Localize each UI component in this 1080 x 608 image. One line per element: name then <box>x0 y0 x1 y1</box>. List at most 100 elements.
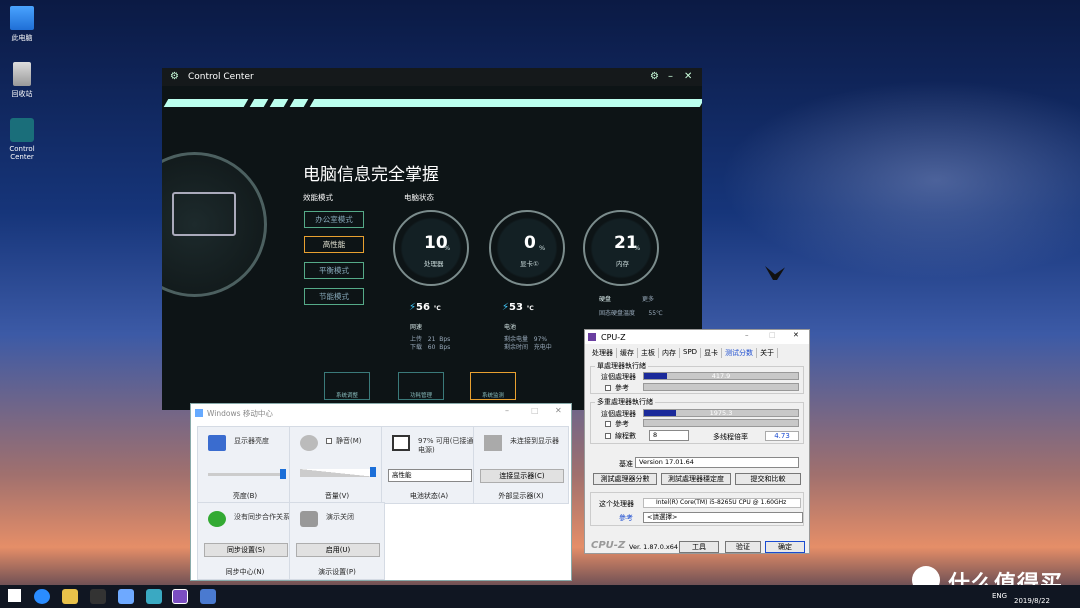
version-label: Ver. 1.87.0.x64 <box>629 543 679 551</box>
settings-icon[interactable]: ⚙ <box>650 71 659 82</box>
language-indicator[interactable]: ENG <box>992 592 1007 600</box>
mobility-center-window: Windows 移动中心 – □ ✕ 显示器亮度 亮度(B) 静音(M) 音量(… <box>190 403 572 581</box>
title-bar: Control Center <box>162 68 702 86</box>
mode-saving-button[interactable]: 节能模式 <box>304 288 364 305</box>
bench-cpu-button[interactable]: 測試處理器分數 <box>593 473 657 485</box>
tile-label: 演示关闭 <box>326 513 354 521</box>
disk-more-link[interactable]: 更多 <box>642 294 654 303</box>
battery-icon <box>392 435 410 451</box>
gpu-temp: ⚡53 ℃ <box>502 302 534 313</box>
memory-unit: % <box>634 244 641 252</box>
speaker-icon <box>300 435 318 451</box>
tile-footer: 同步中心(N) <box>225 568 265 576</box>
presentation-tile: 演示关闭 启用(U) 演示设置(P) <box>289 502 385 580</box>
ratio-value: 4.73 <box>765 431 799 441</box>
qq-icon[interactable] <box>90 589 106 604</box>
tools-button[interactable]: 工具 <box>679 541 719 553</box>
brightness-tile: 显示器亮度 亮度(B) <box>197 426 293 504</box>
title-bar: Windows 移动中心 <box>191 404 571 422</box>
threads-select[interactable]: 8 <box>649 430 689 441</box>
brightness-slider[interactable] <box>208 473 284 476</box>
tab-cache[interactable]: 缓存 <box>617 348 638 358</box>
external-display-tile: 未连接到显示器 连接显示器(C) 外部显示器(X) <box>473 426 569 504</box>
mode-performance-button[interactable]: 高性能 <box>304 236 364 253</box>
group-title: 多重處理器執行緒 <box>595 397 655 407</box>
tab-graphics[interactable]: 显卡 <box>701 348 723 358</box>
maximize-icon[interactable]: □ <box>769 331 776 339</box>
tab-bench[interactable]: 测试分数 <box>722 348 758 358</box>
cpu-temp: ⚡56 ℃ <box>409 302 441 313</box>
app-icon[interactable] <box>118 589 134 604</box>
control-center-taskbar-icon[interactable] <box>172 589 188 604</box>
tab-spd[interactable]: SPD <box>680 348 702 358</box>
tab-about[interactable]: 关于 <box>757 348 779 358</box>
validate-button[interactable]: 验证 <box>725 541 761 553</box>
ok-button[interactable]: 确定 <box>765 541 805 553</box>
reference-checkbox[interactable]: 參考 <box>605 419 629 429</box>
net-title: 网速 <box>410 324 423 331</box>
stress-cpu-button[interactable]: 測試處理器穩定度 <box>661 473 731 485</box>
desktop-icon-recycle-bin[interactable]: 回收站 <box>2 62 42 99</box>
tab-processor[interactable]: 处理器 <box>589 348 617 358</box>
power-manage-button[interactable]: 功耗管理 <box>398 372 444 400</box>
header-stripe <box>269 99 289 107</box>
volume-slider[interactable] <box>300 469 376 477</box>
enable-presentation-button[interactable]: 启用(U) <box>296 543 380 557</box>
tab-memory[interactable]: 内存 <box>659 348 680 358</box>
reference-checkbox[interactable]: 參考 <box>605 383 629 393</box>
threads-checkbox[interactable]: 線程數 <box>605 431 636 441</box>
mute-checkbox[interactable]: 静音(M) <box>326 437 386 446</box>
maximize-icon[interactable]: □ <box>531 406 539 415</box>
sync-settings-button[interactable]: 同步设置(S) <box>204 543 288 557</box>
desktop-icon-label: 回收站 <box>11 90 33 98</box>
tile-footer: 演示设置(P) <box>318 568 356 576</box>
reference-label: 參考 <box>619 514 633 522</box>
close-icon[interactable]: ✕ <box>793 331 799 339</box>
milky-way <box>720 80 1080 280</box>
cpuz-logo: CPU-Z <box>591 540 626 551</box>
file-explorer-icon[interactable] <box>62 589 78 604</box>
window-title: CPU-Z <box>601 332 626 342</box>
gpu-value: 0 <box>524 233 536 253</box>
single-score: 417.9 <box>711 372 731 380</box>
minimize-icon[interactable]: – <box>668 71 673 82</box>
system-tune-button[interactable]: 系统调整 <box>324 372 370 400</box>
slider-thumb[interactable] <box>370 467 376 477</box>
single-thread-group: 單處理器執行緒 這個處理器 417.9 參考 <box>590 361 804 394</box>
tab-mainboard[interactable]: 主板 <box>638 348 659 358</box>
memory-label: 内存 <box>616 260 629 268</box>
single-ref-bar <box>643 383 799 391</box>
connect-display-button[interactable]: 连接显示器(C) <box>480 469 564 483</box>
processor-group: 这个处理器 Intel(R) Core(TM) i5-8265U CPU @ 1… <box>590 492 804 526</box>
close-icon[interactable]: ✕ <box>555 406 562 415</box>
multi-ref-bar <box>643 419 799 427</box>
header-stripe <box>249 99 269 107</box>
battery-tile: 97% 可用(已接通电源) 高性能 电池状态(A) <box>381 426 477 504</box>
monitor-icon <box>10 6 34 30</box>
processor-name: Intel(R) Core(TM) i5-8265U CPU @ 1.60GHz <box>643 498 801 508</box>
mode-office-button[interactable]: 办公室模式 <box>304 211 364 228</box>
mobility-center-taskbar-icon[interactable] <box>200 589 216 604</box>
minimize-icon[interactable]: – <box>505 406 509 415</box>
power-plan-select[interactable]: 高性能 <box>388 469 472 482</box>
start-button-icon[interactable] <box>8 589 21 602</box>
processor-label: 这个处理器 <box>599 500 634 508</box>
reference-select[interactable]: <請選擇> <box>643 512 803 523</box>
system-monitor-button[interactable]: 系统监测 <box>470 372 516 400</box>
base-select[interactable]: Version 17.01.64 <box>635 457 799 468</box>
window-title: Control Center <box>188 72 254 82</box>
desktop-icon-this-pc[interactable]: 此电脑 <box>2 6 42 43</box>
display-brightness-icon <box>208 435 226 451</box>
mode-balanced-button[interactable]: 平衡模式 <box>304 262 364 279</box>
clock-date[interactable]: 2019/8/22 <box>1014 597 1050 605</box>
submit-compare-button[interactable]: 提交和比較 <box>735 473 801 485</box>
minimize-icon[interactable]: – <box>745 331 749 339</box>
slider-thumb[interactable] <box>280 469 286 479</box>
close-icon[interactable]: ✕ <box>684 71 692 82</box>
header-stripe <box>289 99 309 107</box>
chrome-icon[interactable] <box>34 589 50 604</box>
app-icon <box>195 409 203 417</box>
desktop-icon-control-center[interactable]: Control Center <box>2 118 42 161</box>
edge-icon[interactable] <box>146 589 162 604</box>
multi-thread-group: 多重處理器執行緒 這個處理器 1975.3 參考 線程數 8 多线程倍率 4.7… <box>590 397 804 444</box>
